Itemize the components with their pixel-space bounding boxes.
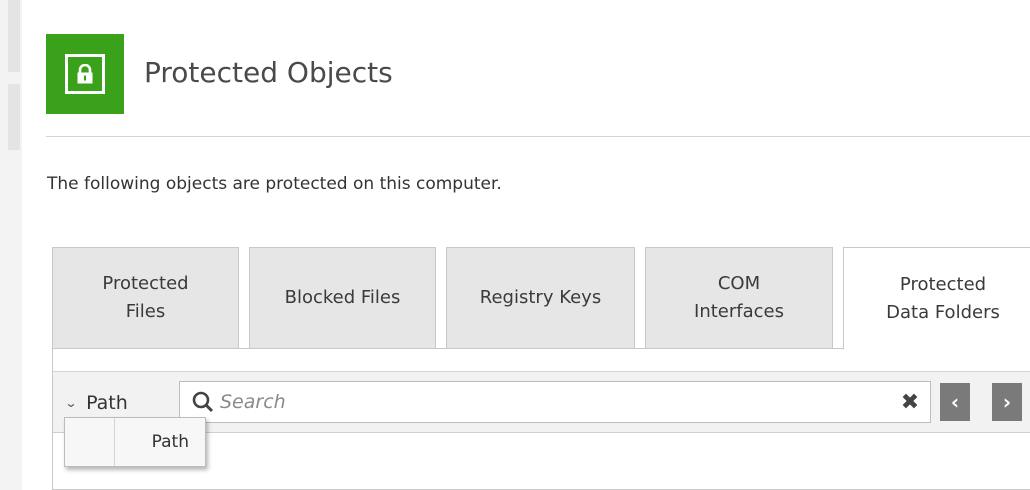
tab-protected-files[interactable]: Protected Files — [52, 247, 239, 349]
search-box[interactable]: ✖ — [179, 381, 931, 423]
tab-protected-data-folders[interactable]: Protected Data Folders — [843, 247, 1030, 350]
intro-text: The following objects are protected on t… — [47, 174, 502, 194]
search-input[interactable] — [220, 383, 896, 421]
lock-icon — [46, 34, 124, 114]
left-scroll-strip — [0, 0, 22, 490]
dropdown-option-path[interactable]: Path — [115, 418, 205, 466]
left-strip-segment — [8, 84, 20, 150]
column-selector[interactable]: ⌄ Path — [64, 388, 128, 418]
protected-objects-page: Protected Objects The following objects … — [0, 0, 1030, 490]
dropdown-check-column — [65, 418, 115, 466]
tab-com-interfaces[interactable]: COM Interfaces — [645, 247, 833, 349]
tab-label: Registry Keys — [479, 287, 602, 308]
tab-label: Protected Data Folders — [886, 273, 1000, 323]
tab-registry-keys[interactable]: Registry Keys — [446, 247, 635, 349]
column-dropdown: Path — [64, 417, 206, 467]
chevron-down-icon: ⌄ — [64, 396, 78, 410]
search-icon — [186, 391, 220, 413]
tab-label: Protected Files — [102, 273, 189, 322]
tab-label: COM Interfaces — [694, 273, 784, 322]
header-divider — [46, 136, 1030, 137]
lock-icon-frame — [65, 54, 105, 94]
panel-top-band — [53, 349, 1030, 371]
chevron-right-icon[interactable]: › — [992, 383, 1022, 421]
close-icon[interactable]: ✖ — [896, 388, 924, 416]
tab-label: Blocked Files — [284, 287, 401, 308]
tab-blocked-files[interactable]: Blocked Files — [249, 247, 436, 349]
page-title: Protected Objects — [144, 56, 393, 89]
chevron-left-icon[interactable]: ‹ — [940, 383, 970, 421]
column-selector-label: Path — [86, 392, 128, 414]
left-strip-segment — [8, 0, 20, 72]
